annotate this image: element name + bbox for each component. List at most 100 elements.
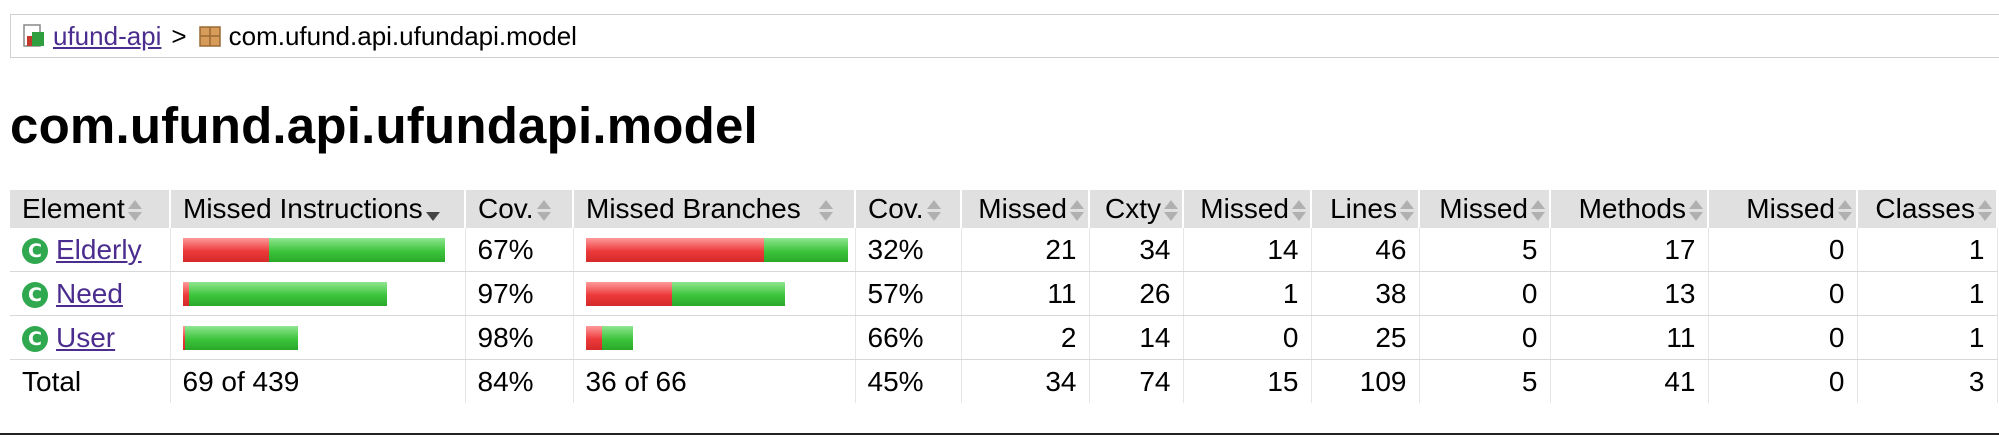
missed-classes: 0 [1708,271,1858,316]
lines: 25 [1311,315,1420,360]
class-link[interactable]: User [56,322,115,353]
sort-icon [1164,199,1178,223]
sort-icon [127,199,142,223]
lines: 38 [1311,271,1420,316]
total-missed-methods: 5 [1419,359,1551,403]
lines: 46 [1311,228,1420,272]
table-total-row: Total 69 of 439 84% 36 of 66 45% 34 74 1… [10,359,1998,403]
breadcrumb-root-link[interactable]: ufund-api [53,21,161,52]
instruction-coverage: 67% [465,228,574,272]
total-missed-complexity: 34 [961,359,1090,403]
missed-methods: 0 [1419,315,1551,360]
instructions-bar-cell [170,315,466,360]
missed-lines: 14 [1183,228,1312,272]
element-cell: C Need [10,271,171,316]
header-lines[interactable]: Lines [1311,190,1420,228]
table-row: C User 98% 66% 2 14 0 25 0 11 0 1 [10,315,1998,360]
covered-segment [763,237,848,262]
class-link[interactable]: Elderly [56,234,142,265]
branches-coverage-bar [585,281,855,306]
missed-lines: 1 [1183,271,1312,316]
branches-bar-cell [573,315,856,360]
instruction-coverage: 98% [465,315,574,360]
instructions-bar-cell [170,228,466,272]
report-icon [23,24,44,47]
sort-icon [1838,199,1852,223]
instruction-coverage: 97% [465,271,574,316]
total-label: Total [10,359,171,403]
element-cell: C Elderly [10,228,171,272]
missed-segment [585,325,602,350]
total-instruction-coverage: 84% [465,359,574,403]
sort-icon [818,199,833,223]
class-link[interactable]: Need [56,278,123,309]
header-missed-branches[interactable]: Missed Branches [573,190,856,228]
instructions-coverage-bar [182,325,465,350]
sort-icon [1689,199,1703,223]
classes: 1 [1857,315,1998,360]
header-missed-instructions[interactable]: Missed Instructions [170,190,466,228]
missed-classes: 0 [1708,315,1858,360]
branches-coverage-bar [585,325,855,350]
missed-classes: 0 [1708,228,1858,272]
classes: 1 [1857,228,1998,272]
instructions-bar-cell [170,271,466,316]
classes: 1 [1857,271,1998,316]
header-missed-methods[interactable]: Missed [1419,190,1551,228]
header-element[interactable]: Element [10,190,171,228]
missed-methods: 5 [1419,228,1551,272]
sort-icon [1292,199,1306,223]
table-row: C Need 97% 57% 11 26 1 38 0 13 0 1 [10,271,1998,316]
missed-segment [585,237,764,262]
header-missed-complexity[interactable]: Missed [961,190,1090,228]
total-missed-lines: 15 [1183,359,1312,403]
header-branch-coverage[interactable]: Cov. [855,190,962,228]
total-missed-instructions: 69 of 439 [170,359,466,403]
sort-icon [1531,199,1545,223]
total-lines: 109 [1311,359,1420,403]
complexity: 34 [1089,228,1184,272]
sort-icon [1070,199,1084,223]
header-methods[interactable]: Methods [1550,190,1709,228]
complexity: 14 [1089,315,1184,360]
page-title: com.ufund.api.ufundapi.model [10,97,758,154]
footer-divider [0,433,1999,435]
covered-segment [268,237,445,262]
missed-complexity: 2 [961,315,1090,360]
package-icon [198,26,221,47]
missed-segment [585,281,672,306]
breadcrumb: ufund-api > com.ufund.api.ufundapi.model [10,14,1999,58]
methods: 17 [1550,228,1709,272]
class-icon: C [22,238,48,265]
header-missed-lines[interactable]: Missed [1183,190,1312,228]
total-complexity: 74 [1089,359,1184,403]
branches-bar-cell [573,271,856,316]
covered-segment [184,325,298,350]
header-missed-classes[interactable]: Missed [1708,190,1858,228]
complexity: 26 [1089,271,1184,316]
methods: 13 [1550,271,1709,316]
coverage-table: Element Missed Instructions Cov. Missed … [10,190,1998,403]
covered-segment [188,281,387,306]
header-classes[interactable]: Classes [1857,190,1998,228]
sort-descending-icon [425,199,440,223]
total-missed-branches: 36 of 66 [573,359,856,403]
missed-complexity: 11 [961,271,1090,316]
element-cell: C User [10,315,171,360]
class-icon: C [22,326,48,353]
methods: 11 [1550,315,1709,360]
breadcrumb-separator: > [171,20,187,51]
header-instruction-coverage[interactable]: Cov. [465,190,574,228]
header-complexity[interactable]: Cxty [1089,190,1184,228]
instructions-coverage-bar [182,237,465,262]
total-missed-classes: 0 [1708,359,1858,403]
branch-coverage: 66% [855,315,962,360]
missed-complexity: 21 [961,228,1090,272]
missed-lines: 0 [1183,315,1312,360]
branches-coverage-bar [585,237,855,262]
total-classes: 3 [1857,359,1998,403]
sort-icon [1400,199,1414,223]
missed-methods: 0 [1419,271,1551,316]
sort-icon [536,199,551,223]
branch-coverage: 32% [855,228,962,272]
